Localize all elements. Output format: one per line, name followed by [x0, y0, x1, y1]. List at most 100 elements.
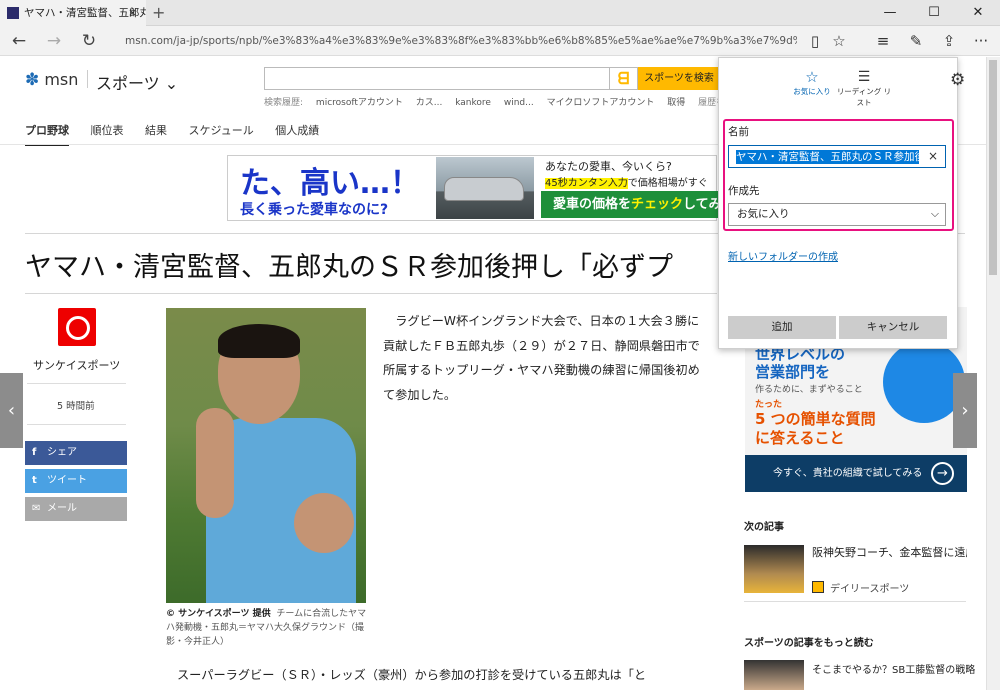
photo-credit: © サンケイスポーツ 提供 — [166, 609, 271, 619]
tab-close-icon[interactable]: × — [128, 0, 137, 26]
scrollbar-thumb[interactable] — [989, 60, 997, 275]
mail-icon: ✉ — [32, 503, 41, 514]
article-photo[interactable] — [166, 308, 366, 603]
folder-label: 作成先 — [728, 185, 760, 197]
more-icon[interactable]: ··· — [966, 26, 996, 56]
chevron-down-icon: ⌵ — [931, 208, 939, 220]
next-article-header: 次の記事 — [744, 522, 784, 533]
clear-icon[interactable]: × — [928, 145, 938, 168]
header-divider — [87, 70, 88, 88]
history-item[interactable]: マイクロソフトアカウント — [547, 98, 655, 108]
subnav-standings[interactable]: 順位表 — [91, 124, 124, 137]
back-icon[interactable]: ← — [3, 26, 35, 56]
ad-cta-b: チェック — [631, 197, 684, 212]
ad-highlight: 45秒カンタン入力 — [545, 178, 628, 189]
next-article-thumbnail[interactable] — [744, 545, 804, 593]
sports-subnav: プロ野球 順位表 結果 スケジュール 個人成績 — [25, 122, 337, 146]
history-item[interactable]: kankore — [455, 98, 491, 108]
ad-headline: た、高い…！ — [240, 166, 420, 201]
search-button[interactable]: スポーツを検索 — [638, 67, 720, 90]
share-mail-button[interactable]: ✉ メール — [25, 497, 127, 521]
ad-car-image — [436, 157, 534, 219]
bing-icon: ᗺ — [610, 67, 638, 90]
next-article-source: デイリースポーツ — [830, 584, 910, 595]
maximize-button[interactable]: ☐ — [912, 0, 956, 26]
subnav-npb[interactable]: プロ野球 — [25, 124, 69, 146]
new-tab-button[interactable]: + — [152, 0, 165, 26]
history-item[interactable]: カス... — [416, 98, 443, 108]
share-icon[interactable]: ⇪ — [934, 26, 964, 56]
refresh-icon[interactable]: ↻ — [73, 26, 105, 56]
ad-cta-a: 愛車の価格を — [553, 197, 632, 212]
new-folder-link[interactable]: 新しいフォルダーの作成 — [728, 248, 838, 263]
more-articles-header: スポーツの記事をもっと読む — [744, 638, 874, 649]
ad-cta-button[interactable]: 愛車の価格をチェックしてみ — [541, 191, 721, 218]
favorite-star-icon[interactable]: ☆ — [824, 26, 854, 56]
ad-question: あなたの愛車、今いくら? — [545, 160, 672, 173]
folder-select-value: お気に入り — [737, 208, 790, 220]
history-item[interactable]: 取得 — [667, 98, 685, 108]
right-ad-cta-label: 今すぐ、貴社の組織で試してみる — [773, 468, 923, 479]
right-ad-line5: 5 つの簡単な質問 — [755, 410, 876, 428]
arrow-right-icon: → — [931, 462, 954, 485]
subnav-results[interactable]: 結果 — [145, 124, 167, 137]
ad-question-rest: で価格相場がすぐ — [627, 178, 708, 189]
hub-icon[interactable]: ≡ — [868, 26, 898, 56]
facebook-icon: f — [32, 447, 37, 458]
article-headline: ヤマハ・清宮監督、五郎丸のＳＲ参加後押し「必ずプ — [25, 252, 673, 283]
gear-icon[interactable]: ⚙ — [950, 70, 965, 90]
source-name[interactable]: サンケイスポーツ — [33, 357, 120, 373]
source-logo[interactable] — [58, 308, 96, 346]
cancel-button[interactable]: キャンセル — [839, 316, 947, 339]
subnav-schedule[interactable]: スケジュール — [189, 124, 254, 137]
right-ad-line3: 作るために、まずやること — [755, 385, 863, 395]
ad-cta-c: してみ — [683, 197, 721, 212]
article-paragraph: スーパーラグビー（ＳＲ）・レッズ（豪州）から参加の打診を受けている五郎丸は「と — [177, 668, 647, 682]
title-bar — [0, 0, 1000, 26]
article-paragraph: ラグビーW杯イングランド大会で、日本の１大会３勝に貢献したＦＢ五郎丸歩（２９）が… — [383, 314, 700, 402]
tab-favicon — [7, 7, 19, 19]
close-window-button[interactable]: ✕ — [956, 0, 1000, 26]
share-facebook-button[interactable]: f シェア — [25, 441, 127, 465]
tab-reading-list[interactable]: ☰ リーディング リスト — [836, 68, 892, 108]
tab-reading-list-label: リーディング リスト — [836, 87, 892, 107]
right-ad-line6: に答えること — [755, 429, 845, 447]
publish-time: 5 時間前 — [57, 401, 95, 412]
right-ad-cta[interactable]: 今すぐ、貴社の組織で試してみる → — [745, 455, 967, 492]
subnav-stats[interactable]: 個人成績 — [275, 124, 319, 137]
favorite-name-value: ヤマハ・清宮監督、五郎丸のＳＲ参加後 — [736, 150, 919, 164]
forward-icon[interactable]: → — [38, 26, 70, 56]
search-input[interactable] — [264, 67, 610, 90]
share-facebook-label: シェア — [47, 447, 77, 458]
right-ad-line2: 営業部門を — [755, 363, 831, 381]
share-mail-label: メール — [47, 503, 77, 514]
name-label: 名前 — [728, 126, 749, 138]
tab-favorites[interactable]: ☆ お気に入り — [790, 68, 834, 97]
browser-tab[interactable]: ヤマハ・清宮監督、五郎丸の × — [0, 0, 146, 26]
msn-logo-text: msn — [44, 70, 79, 89]
twitter-icon: t — [32, 475, 37, 486]
more-article-title[interactable]: そこまでやるか？SB工藤監督の戦略 — [812, 661, 975, 676]
divider — [27, 424, 126, 425]
more-article-thumbnail[interactable] — [744, 660, 804, 690]
history-item[interactable]: microsoftアカウント — [316, 98, 403, 108]
source-logo-icon — [812, 581, 824, 593]
folder-select[interactable]: お気に入り ⌵ — [728, 203, 946, 226]
carousel-right-arrow[interactable]: › — [953, 373, 977, 448]
section-dropdown[interactable]: スポーツ ⌄ — [96, 70, 178, 94]
minimize-button[interactable]: — — [868, 0, 912, 26]
add-button[interactable]: 追加 — [728, 316, 836, 339]
carousel-left-arrow[interactable]: ‹ — [0, 373, 23, 448]
photo-caption: © サンケイスポーツ 提供 チームに合流したヤマハ発動機・五郎丸＝ヤマハ大久保グ… — [166, 607, 371, 649]
history-item[interactable]: wind... — [504, 98, 534, 108]
search-history: 検索履歴: microsoftアカウント カス... kankore wind.… — [264, 95, 744, 108]
share-twitter-button[interactable]: t ツイート — [25, 469, 127, 493]
divider — [744, 601, 966, 602]
reading-list-icon: ☰ — [857, 69, 871, 85]
next-article-title[interactable]: 阪神矢野コーチ、金本監督に遠慮なし — [812, 545, 967, 561]
ad-subheadline: 長く乗った愛車なのに? — [240, 202, 389, 218]
web-note-icon[interactable]: ✎ — [901, 26, 931, 56]
address-input[interactable]: msn.com/ja-jp/sports/npb/%e3%83%a4%e3%83… — [125, 33, 797, 49]
msn-logo[interactable]: ✽ msn — [25, 70, 78, 90]
divider — [25, 293, 717, 294]
